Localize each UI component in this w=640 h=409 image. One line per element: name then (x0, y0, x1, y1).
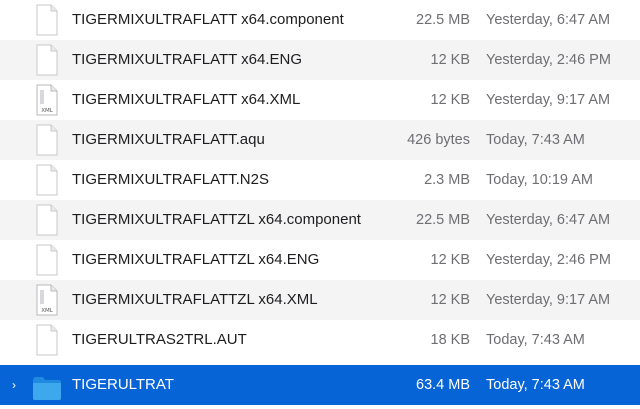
file-date: Today, 7:43 AM (486, 332, 585, 348)
file-date: Yesterday, 2:46 PM (486, 252, 611, 268)
file-row[interactable]: TIGERMIXULTRAFLATT.N2S 2.3 MB Today, 10:… (0, 160, 640, 200)
file-size: 12 KB (430, 292, 471, 308)
xml-icon-label: XML (41, 108, 54, 114)
folder-icon (33, 377, 61, 400)
file-list: TIGERMIXULTRAFLATT x64.component 22.5 MB… (0, 0, 640, 409)
file-date: Yesterday, 9:17 AM (486, 292, 611, 308)
file-date: Today, 7:43 AM (486, 132, 585, 148)
file-date: Yesterday, 6:47 AM (486, 212, 611, 228)
file-row[interactable]: TIGERMIXULTRAFLATT.aqu 426 bytes Today, … (0, 120, 640, 160)
file-name: TIGERMIXULTRAFLATT x64.ENG (72, 51, 303, 68)
xml-document-icon: XML (36, 84, 58, 116)
file-row[interactable]: XML TIGERMIXULTRAFLATT x64.XML 12 KB Yes… (0, 80, 640, 120)
file-size: 2.3 MB (424, 172, 470, 188)
file-date: Yesterday, 2:46 PM (486, 52, 611, 68)
file-size: 22.5 MB (416, 212, 470, 228)
list-bottom-edge (0, 405, 640, 409)
file-size: 12 KB (430, 92, 471, 108)
file-size: 12 KB (430, 252, 471, 268)
file-size: 63.4 MB (416, 377, 470, 393)
folder-row-selected[interactable]: › TIGERULTRAT 63.4 MB Today, 7:43 AM (0, 365, 640, 405)
xml-document-icon: XML (36, 284, 58, 316)
file-name: TIGERMIXULTRAFLATTZL x64.XML (72, 291, 318, 308)
disclosure-triangle-icon[interactable]: › (12, 376, 26, 394)
file-row[interactable]: TIGERMIXULTRAFLATT x64.component 22.5 MB… (0, 0, 640, 40)
xml-icon-label: XML (41, 308, 54, 314)
file-date: Today, 10:19 AM (486, 172, 593, 188)
file-size: 426 bytes (407, 132, 470, 148)
file-name: TIGERMIXULTRAFLATT x64.component (72, 11, 344, 28)
document-icon (36, 4, 58, 36)
file-date: Today, 7:43 AM (486, 377, 585, 393)
document-icon (36, 164, 58, 196)
file-name: TIGERMIXULTRAFLATT x64.XML (72, 91, 301, 108)
file-size: 12 KB (430, 52, 471, 68)
file-name: TIGERMIXULTRAFLATTZL x64.component (72, 211, 361, 228)
file-row[interactable]: TIGERMIXULTRAFLATTZL x64.ENG 12 KB Yeste… (0, 240, 640, 280)
document-icon (36, 324, 58, 356)
document-icon (36, 44, 58, 76)
file-size: 22.5 MB (416, 12, 470, 28)
file-size: 18 KB (430, 332, 471, 348)
file-name: TIGERULTRAS2TRL.AUT (72, 331, 247, 348)
file-row[interactable]: XML TIGERMIXULTRAFLATTZL x64.XML 12 KB Y… (0, 280, 640, 320)
file-name: TIGERMIXULTRAFLATT.aqu (72, 131, 265, 148)
document-icon (36, 124, 58, 156)
file-name: TIGERMIXULTRAFLATT.N2S (72, 171, 269, 188)
file-name: TIGERMIXULTRAFLATTZL x64.ENG (72, 251, 320, 268)
file-row[interactable]: TIGERMIXULTRAFLATT x64.ENG 12 KB Yesterd… (0, 40, 640, 80)
file-row[interactable]: TIGERULTRAS2TRL.AUT 18 KB Today, 7:43 AM (0, 320, 640, 360)
document-icon (36, 244, 58, 276)
file-date: Yesterday, 6:47 AM (486, 12, 611, 28)
file-name: TIGERULTRAT (72, 376, 174, 393)
file-date: Yesterday, 9:17 AM (486, 92, 611, 108)
document-icon (36, 204, 58, 236)
file-row[interactable]: TIGERMIXULTRAFLATTZL x64.component 22.5 … (0, 200, 640, 240)
